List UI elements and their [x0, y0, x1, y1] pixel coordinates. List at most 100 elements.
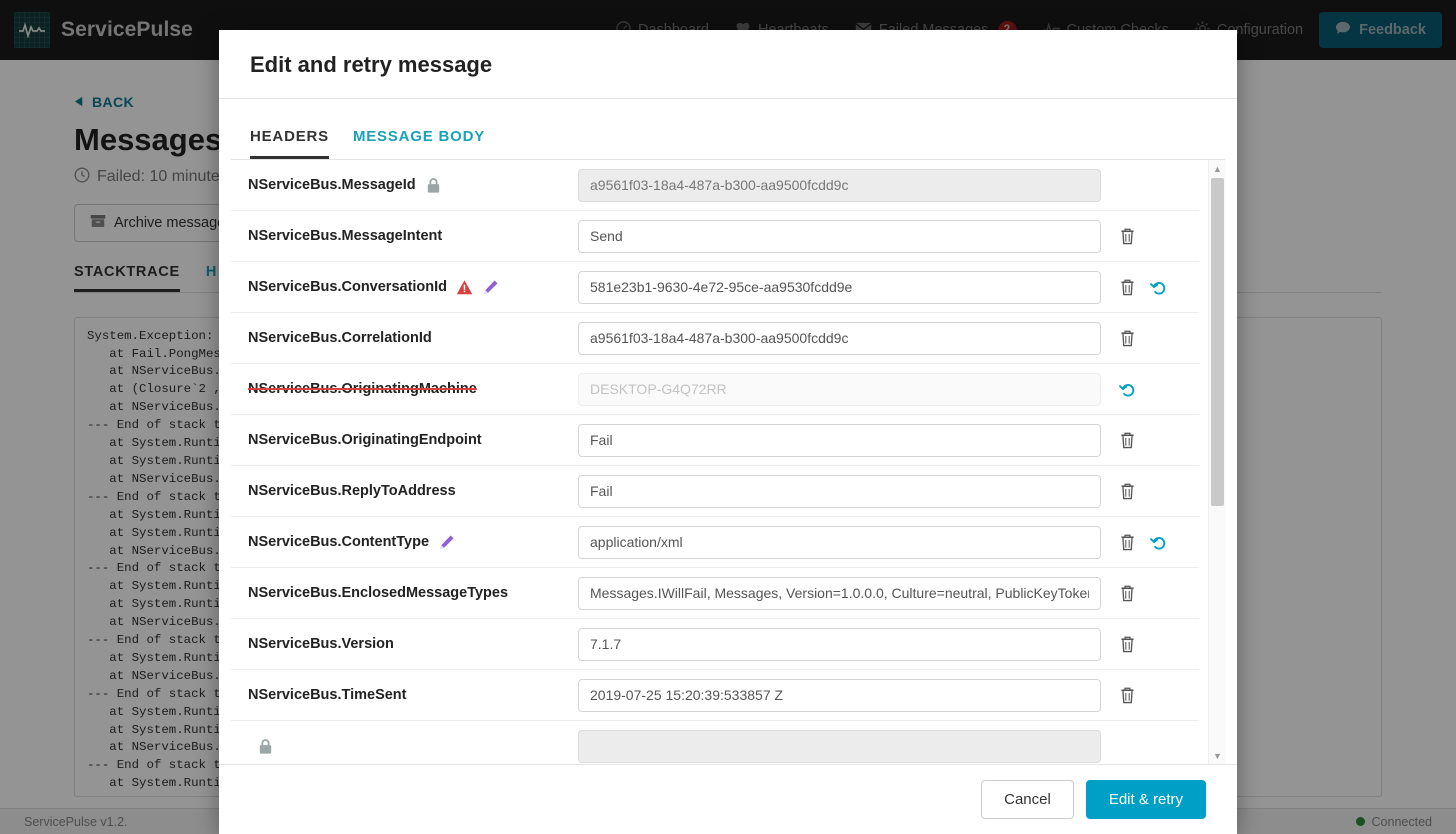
header-key: NServiceBus.Version: [248, 636, 578, 652]
header-row: NServiceBus.MessageIntent: [231, 211, 1199, 262]
delete-header-button[interactable]: [1117, 532, 1138, 553]
header-key-label: NServiceBus.ConversationId: [248, 279, 448, 295]
tab-headers[interactable]: HEADERS: [250, 128, 329, 159]
cancel-button[interactable]: Cancel: [981, 780, 1074, 819]
modal-body: NServiceBus.MessageId NServiceBus.Message…: [231, 159, 1225, 764]
modal-footer: Cancel Edit & retry: [219, 764, 1237, 834]
pencil-icon[interactable]: [438, 534, 455, 551]
delete-header-button[interactable]: [1117, 685, 1138, 706]
header-key-label: NServiceBus.CorrelationId: [248, 330, 432, 346]
header-key-label: NServiceBus.MessageIntent: [248, 228, 443, 244]
header-key-label: NServiceBus.ReplyToAddress: [248, 483, 456, 499]
header-key: [248, 738, 578, 755]
scrollbar-thumb[interactable]: [1211, 178, 1224, 506]
modal-title: Edit and retry message: [250, 52, 493, 77]
undo-icon: [1119, 381, 1136, 398]
header-row: NServiceBus.TimeSent: [231, 670, 1199, 721]
lock-icon: [257, 738, 274, 755]
header-key-label: NServiceBus.TimeSent: [248, 687, 407, 703]
header-value: [578, 627, 1101, 661]
trash-icon: [1119, 330, 1136, 347]
restore-header-button[interactable]: [1148, 532, 1169, 553]
header-key: NServiceBus.CorrelationId: [248, 330, 578, 346]
delete-header-button[interactable]: [1117, 328, 1138, 349]
header-actions: [1101, 583, 1193, 604]
header-key: NServiceBus.MessageIntent: [248, 228, 578, 244]
header-value: [578, 168, 1101, 202]
trash-icon: [1119, 687, 1136, 704]
header-key: NServiceBus.TimeSent: [248, 687, 578, 703]
header-value-input[interactable]: [578, 678, 1101, 712]
header-key: NServiceBus.OriginatingMachine: [248, 381, 578, 397]
header-value: [578, 219, 1101, 253]
header-row: NServiceBus.ConversationId: [231, 262, 1199, 313]
header-value-input[interactable]: [578, 576, 1101, 610]
header-value-input[interactable]: [578, 270, 1101, 304]
delete-header-button[interactable]: [1117, 583, 1138, 604]
header-value-input[interactable]: [578, 219, 1101, 253]
restore-header-button[interactable]: [1117, 379, 1138, 400]
header-key-label: NServiceBus.Version: [248, 636, 394, 652]
delete-header-button[interactable]: [1117, 430, 1138, 451]
trash-icon: [1119, 228, 1136, 245]
delete-header-button[interactable]: [1117, 226, 1138, 247]
header-value-input[interactable]: [578, 525, 1101, 559]
header-row: NServiceBus.ContentType: [231, 517, 1199, 568]
header-key: NServiceBus.MessageId: [248, 177, 578, 194]
header-actions: [1101, 481, 1193, 502]
header-actions: [1101, 532, 1193, 553]
trash-icon: [1119, 585, 1136, 602]
header-key-label: NServiceBus.MessageId: [248, 177, 416, 193]
header-value-input[interactable]: [578, 474, 1101, 508]
header-value-input: [578, 372, 1101, 406]
trash-icon: [1119, 432, 1136, 449]
modal-tabs: HEADERS MESSAGE BODY: [219, 99, 1237, 159]
header-key: NServiceBus.OriginatingEndpoint: [248, 432, 578, 448]
header-key: NServiceBus.ContentType: [248, 534, 578, 551]
trash-icon: [1119, 279, 1136, 296]
edit-retry-button[interactable]: Edit & retry: [1085, 780, 1206, 819]
header-actions: [1101, 685, 1193, 706]
header-row: NServiceBus.OriginatingMachine: [231, 364, 1199, 415]
header-value: [578, 576, 1101, 610]
header-key-label: NServiceBus.EnclosedMessageTypes: [248, 585, 509, 601]
undo-icon: [1150, 279, 1167, 296]
scroll-down-icon[interactable]: ▼: [1209, 747, 1225, 764]
headers-scrollbar[interactable]: ▲ ▼: [1208, 160, 1225, 764]
delete-header-button[interactable]: [1117, 277, 1138, 298]
delete-header-button[interactable]: [1117, 481, 1138, 502]
header-value: [578, 474, 1101, 508]
header-row: [231, 721, 1199, 764]
header-value-input[interactable]: [578, 321, 1101, 355]
header-actions: [1101, 634, 1193, 655]
header-value: [578, 372, 1101, 406]
header-row: NServiceBus.CorrelationId: [231, 313, 1199, 364]
pencil-icon[interactable]: [482, 279, 499, 296]
header-key: NServiceBus.EnclosedMessageTypes: [248, 585, 578, 601]
headers-list: NServiceBus.MessageId NServiceBus.Message…: [231, 160, 1199, 764]
header-actions: [1101, 379, 1193, 400]
header-actions: [1101, 277, 1193, 298]
header-key-label: NServiceBus.OriginatingMachine: [248, 381, 477, 397]
delete-header-button[interactable]: [1117, 634, 1138, 655]
header-key: NServiceBus.ReplyToAddress: [248, 483, 578, 499]
header-value-input: [578, 729, 1101, 763]
modal-header: Edit and retry message: [219, 30, 1237, 99]
header-value: [578, 270, 1101, 304]
warning-icon: [456, 279, 473, 296]
scroll-up-icon[interactable]: ▲: [1209, 160, 1225, 177]
header-value: [578, 321, 1101, 355]
lock-icon: [425, 177, 442, 194]
header-key-label: NServiceBus.OriginatingEndpoint: [248, 432, 482, 448]
header-value: [578, 678, 1101, 712]
edit-retry-modal: Edit and retry message HEADERS MESSAGE B…: [219, 30, 1237, 834]
header-actions: [1101, 430, 1193, 451]
tab-message-body[interactable]: MESSAGE BODY: [353, 128, 485, 159]
header-value-input[interactable]: [578, 423, 1101, 457]
header-row: NServiceBus.MessageId: [231, 160, 1199, 211]
restore-header-button[interactable]: [1148, 277, 1169, 298]
header-actions: [1101, 328, 1193, 349]
header-row: NServiceBus.OriginatingEndpoint: [231, 415, 1199, 466]
header-value-input[interactable]: [578, 627, 1101, 661]
header-value: [578, 729, 1101, 763]
